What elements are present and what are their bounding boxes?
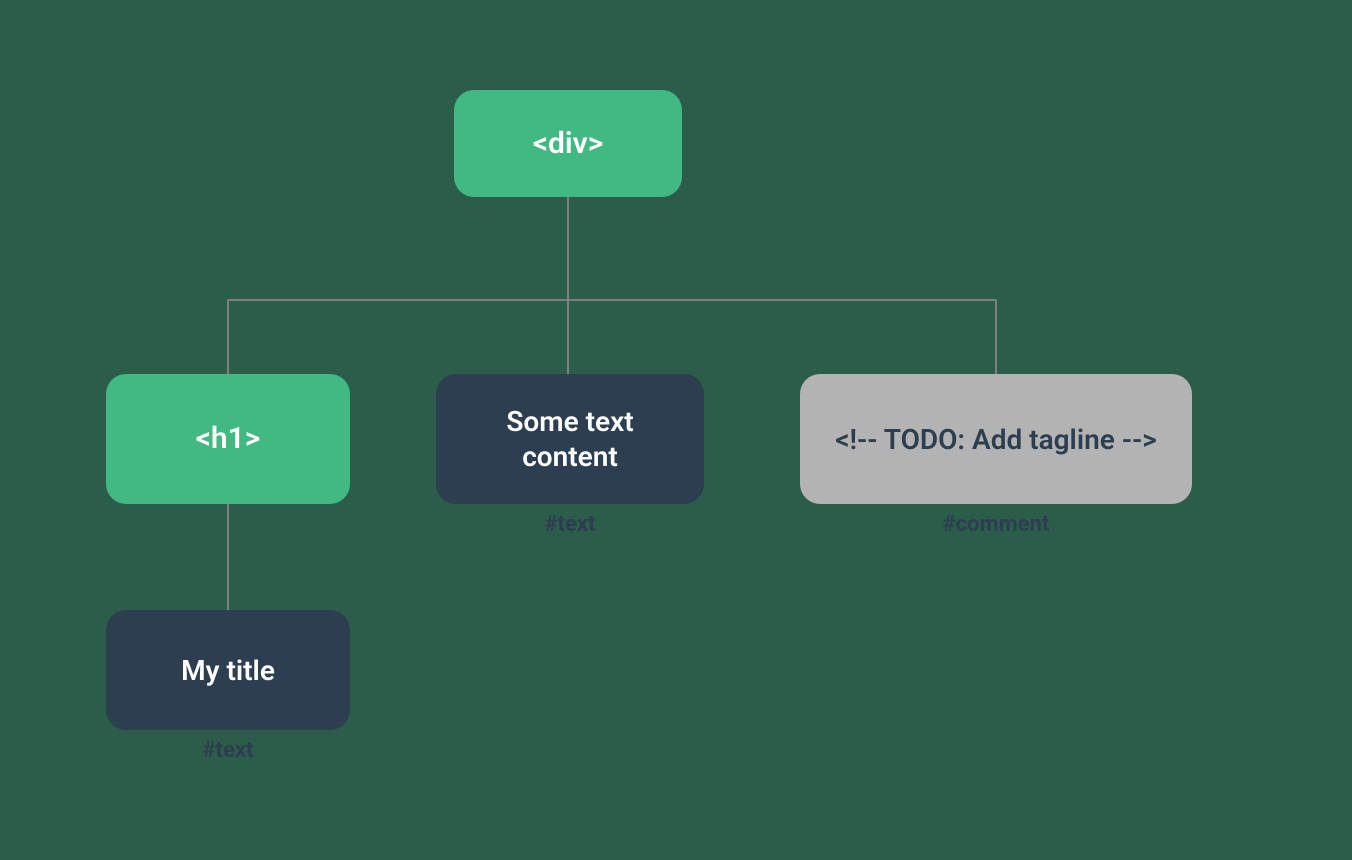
node-text-content-label: Some text content <box>456 404 684 474</box>
node-comment: <!-- TODO: Add tagline --> <box>800 374 1192 504</box>
node-h1: <h1> <box>106 374 350 504</box>
node-text-content-note: #text <box>436 512 704 537</box>
node-comment-note: #comment <box>800 512 1192 537</box>
node-div: <div> <box>454 90 682 197</box>
node-my-title: My title <box>106 610 350 730</box>
node-my-title-label: My title <box>181 653 275 688</box>
node-comment-label: <!-- TODO: Add tagline --> <box>835 422 1157 457</box>
node-text-content: Some text content <box>436 374 704 504</box>
dom-tree-diagram: <div> <h1> Some text content #text <!-- … <box>0 0 1352 860</box>
node-div-label: <div> <box>533 125 604 163</box>
node-h1-label: <h1> <box>196 420 261 458</box>
node-my-title-note: #text <box>106 738 350 763</box>
